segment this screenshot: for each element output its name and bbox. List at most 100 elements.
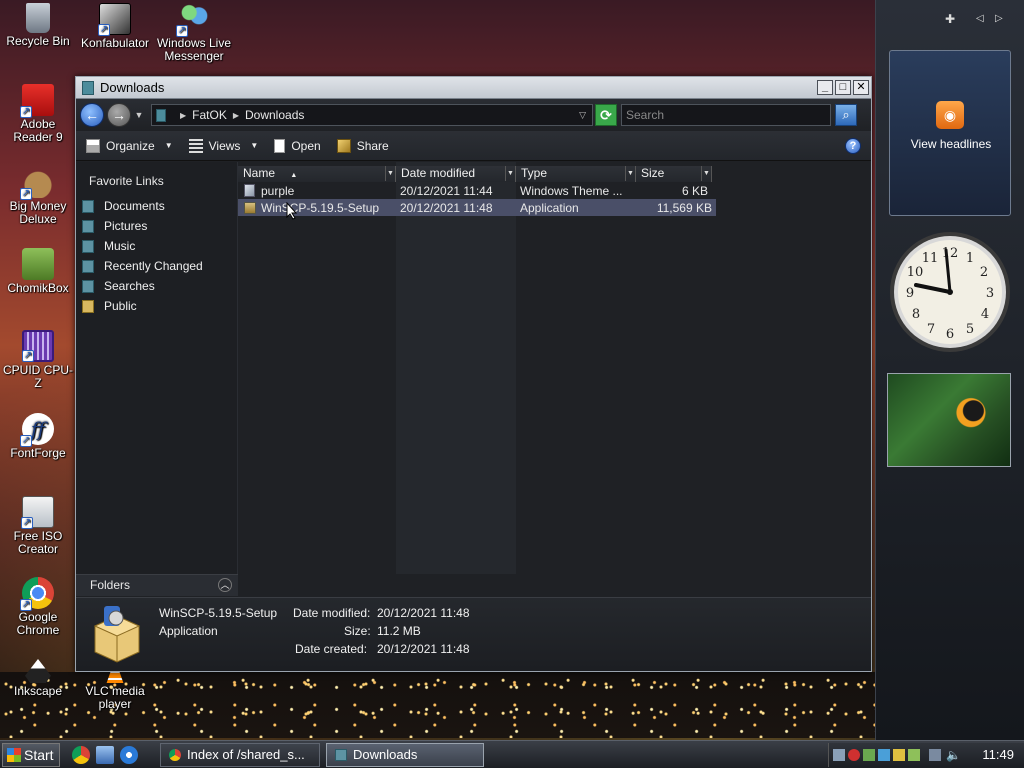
desktop-icon-fontforge[interactable]: ff ↗ FontForge [1, 413, 75, 460]
refresh-button[interactable]: ⟳ [595, 104, 617, 126]
chrome-quicklaunch-icon[interactable] [72, 745, 90, 764]
file-list-pane[interactable]: Name ▲ ▼ Date modified ▼ Type ▼ Size ▼ p… [238, 162, 871, 574]
svg-text:12: 12 [942, 246, 959, 261]
nav-item-public[interactable]: Public [76, 296, 237, 316]
file-row-selected[interactable]: WinSCP-5.19.5-Setup 20/12/2021 11:48 App… [238, 199, 716, 216]
desktop-icon-inkscape[interactable]: Inkscape [1, 659, 75, 698]
nav-item-label: Music [104, 239, 136, 253]
column-filter-dropdown[interactable]: ▼ [625, 166, 635, 181]
installer-package-icon [244, 201, 256, 214]
internet-explorer-icon[interactable] [120, 745, 138, 764]
clock-gadget[interactable]: 12 1 2 3 4 5 6 7 8 9 10 11 [888, 230, 1012, 354]
nav-item-label: Public [104, 299, 137, 313]
tray-network-icon[interactable] [833, 748, 845, 761]
address-dropdown-icon[interactable]: ▽ [579, 110, 586, 121]
nav-item-music[interactable]: Music [76, 236, 237, 256]
organize-button[interactable]: Organize ▼ [86, 138, 173, 153]
nav-item-label: Recently Changed [104, 259, 203, 273]
nav-item-searches[interactable]: Searches [76, 276, 237, 296]
search-button[interactable]: ⌕ [835, 104, 857, 126]
address-bar-row: ← → ▼ ▶ FatOK ▶ Downloads ▽ ⟳ Search ⌕ [76, 99, 871, 131]
column-filter-dropdown[interactable]: ▼ [505, 166, 515, 181]
add-gadget-icon[interactable]: ✚ [945, 12, 955, 26]
slideshow-gadget-toucan[interactable] [887, 373, 1011, 467]
desktop-icon-recycle-bin[interactable]: Recycle Bin [1, 3, 75, 48]
desktop-icon-label: ChomikBox [7, 281, 69, 295]
recycle-bin-icon [26, 3, 50, 33]
installer-package-icon [93, 606, 141, 663]
command-toolbar: Organize ▼ Views ▼ Open Share ? [76, 131, 871, 161]
desktop-icon-google-chrome[interactable]: ↗ Google Chrome [1, 577, 75, 637]
nav-item-documents[interactable]: Documents [76, 196, 237, 216]
views-button[interactable]: Views ▼ [188, 138, 258, 153]
breadcrumb-chevron-icon[interactable]: ▶ [180, 111, 186, 120]
recent-pages-dropdown[interactable]: ▼ [133, 110, 145, 120]
desktop-icon-chomikbox[interactable]: ChomikBox [1, 248, 75, 295]
chrome-icon [169, 748, 181, 761]
mouse-cursor-icon [286, 202, 298, 220]
column-header-size[interactable]: Size ▼ [636, 166, 712, 182]
nav-item-recently-changed[interactable]: Recently Changed [76, 256, 237, 276]
maximize-button[interactable]: □ [835, 80, 851, 95]
nav-item-label: Documents [104, 199, 165, 213]
details-file-type: Application [159, 624, 218, 638]
searches-folder-icon [82, 279, 94, 293]
desktop-icon-adobe-reader[interactable]: ↗ Adobe Reader 9 [1, 84, 75, 144]
tray-shield-icon[interactable] [863, 748, 875, 761]
breadcrumb-fatok[interactable]: FatOK [192, 108, 227, 122]
folders-toggle[interactable]: Folders ︿ [76, 574, 238, 596]
desktop-icon-label: Konfabulator [80, 36, 150, 50]
breadcrumb-chevron-icon[interactable]: ▶ [233, 111, 239, 120]
taskbar-item-downloads[interactable]: Downloads [326, 742, 484, 767]
desktop-icon-cpuz[interactable]: ↗ CPUID CPU-Z [1, 330, 75, 390]
details-size-value: 11.2 MB [377, 624, 421, 638]
tray-update-icon[interactable] [893, 748, 905, 761]
back-button[interactable]: ← [80, 103, 104, 127]
desktop-icon-big-money[interactable]: ↗ Big Money Deluxe [1, 166, 75, 226]
column-filter-dropdown[interactable]: ▼ [701, 166, 711, 181]
start-button[interactable]: Start [2, 742, 60, 767]
sidebar-prev-icon[interactable]: ◁ [976, 13, 984, 24]
window-titlebar[interactable]: Downloads _ □ ✕ [76, 77, 871, 99]
minimize-button[interactable]: _ [817, 80, 833, 95]
svg-text:10: 10 [907, 265, 924, 280]
file-name: WinSCP-5.19.5-Setup [261, 200, 380, 215]
column-header-name[interactable]: Name ▲ ▼ [238, 166, 396, 182]
desktop-icon-label: Google Chrome [16, 610, 60, 637]
tray-app-icon[interactable] [878, 748, 890, 761]
desktop-icon-label: VLC media player [85, 684, 145, 711]
taskbar-item-chrome[interactable]: Index of /shared_s... [160, 742, 320, 767]
show-desktop-icon[interactable] [96, 745, 114, 764]
column-size-label: Size [641, 166, 665, 180]
sidebar-next-icon[interactable]: ▷ [995, 13, 1003, 24]
help-button[interactable]: ? [845, 137, 861, 154]
explorer-window[interactable]: Downloads _ □ ✕ ← → ▼ ▶ FatOK ▶ Download… [75, 76, 872, 672]
tray-display-icon[interactable] [929, 748, 941, 761]
address-bar[interactable]: ▶ FatOK ▶ Downloads ▽ [151, 104, 593, 126]
shortcut-arrow-icon: ↗ [98, 24, 110, 36]
column-header-date-modified[interactable]: Date modified ▼ [396, 166, 516, 182]
share-button[interactable]: Share [336, 138, 389, 153]
file-row[interactable]: purple 20/12/2021 11:44 Windows Theme ..… [238, 182, 712, 199]
desktop-icon-free-iso-creator[interactable]: ↗ Free ISO Creator [1, 496, 75, 556]
search-input[interactable]: Search [621, 104, 831, 126]
column-header-type[interactable]: Type ▼ [516, 166, 636, 182]
nav-item-pictures[interactable]: Pictures [76, 216, 237, 236]
desktop-icon-windows-live-messenger[interactable]: ↗ Windows Live Messenger [155, 3, 233, 63]
views-label: Views [208, 138, 241, 153]
tray-chomikbox-icon[interactable] [908, 748, 920, 761]
file-type-cell: Windows Theme ... [520, 183, 623, 198]
forward-button[interactable]: → [107, 103, 131, 127]
chevron-down-icon: ▼ [164, 141, 173, 150]
desktop-icon-konfabulator[interactable]: ↗ Konfabulator [78, 3, 152, 50]
favorite-links-title: Favorite Links [89, 174, 164, 188]
breadcrumb-downloads[interactable]: Downloads [245, 108, 304, 122]
close-button[interactable]: ✕ [853, 80, 869, 95]
shortcut-arrow-icon: ↗ [20, 106, 32, 118]
column-filter-dropdown[interactable]: ▼ [385, 166, 395, 181]
volume-icon[interactable]: 🔈 [946, 748, 961, 762]
open-button[interactable]: Open [274, 138, 321, 153]
tray-security-icon[interactable] [848, 748, 860, 761]
taskbar-clock[interactable]: 11:49 [982, 747, 1014, 762]
rss-feed-gadget[interactable]: ◉ View headlines [889, 50, 1011, 216]
